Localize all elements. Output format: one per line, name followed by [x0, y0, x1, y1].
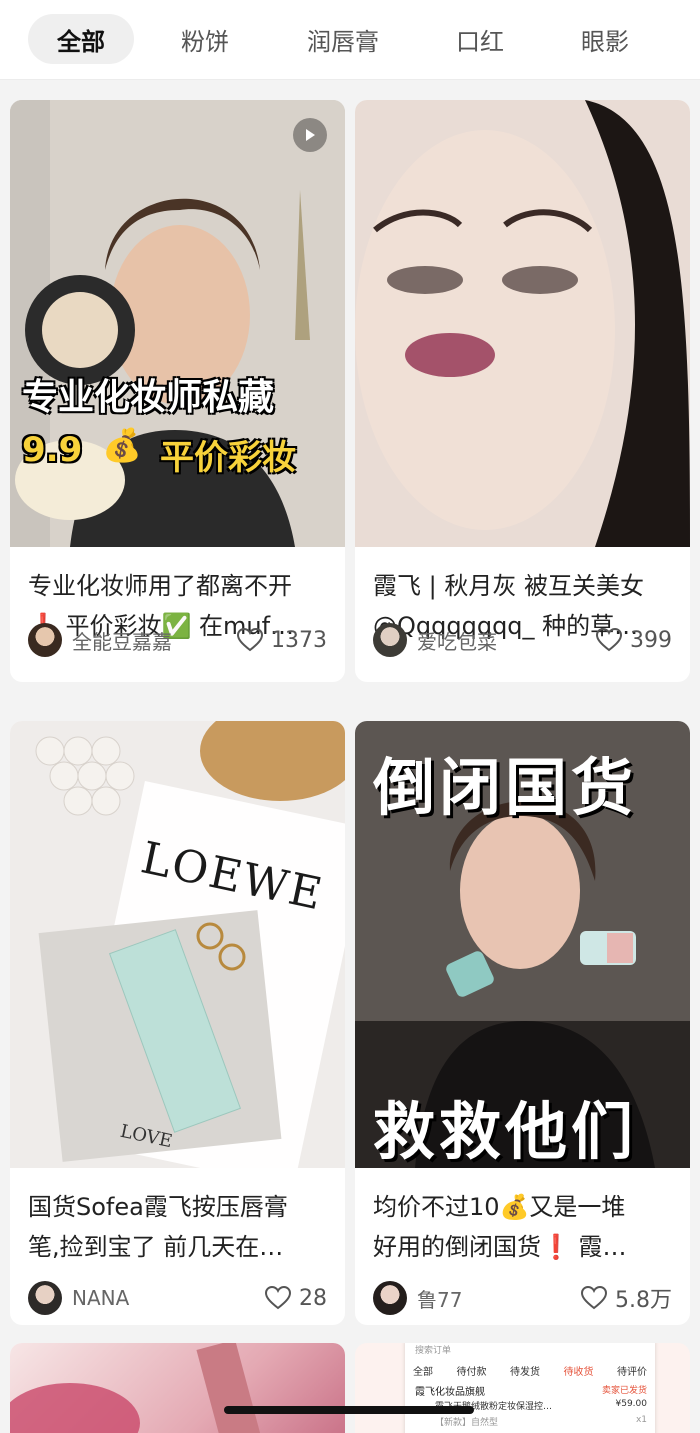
like-button[interactable]: 5.8万 — [581, 1282, 672, 1314]
tab-lip-balm[interactable]: 润唇膏 — [298, 14, 388, 64]
tab-eyeshadow[interactable]: 眼影 — [565, 14, 645, 64]
post-card[interactable]: LOEWE LOVE 国货Sofea霞飞按压唇膏 笔,捡到宝了 前几天在… NA… — [10, 721, 345, 1325]
like-count: 28 — [299, 1285, 327, 1311]
order-tabs: 全部 待付款 待发货 待收货 待评价 — [413, 1367, 647, 1378]
avatar[interactable] — [373, 1281, 407, 1315]
post-card[interactable] — [10, 1343, 345, 1433]
item-variant: 【新款】自然型 — [435, 1418, 499, 1428]
tab-lipstick[interactable]: 口红 — [440, 14, 520, 64]
item-qty: x1 — [635, 1415, 647, 1425]
post-cover-image[interactable] — [355, 100, 690, 547]
shop-name: 霞飞化妆品旗舰 — [415, 1387, 485, 1398]
like-button[interactable]: 28 — [265, 1286, 327, 1311]
author-name[interactable]: 全能豆嘉嘉 — [72, 626, 237, 655]
order-screenshot: 搜索订单 全部 待付款 待发货 待收货 待评价 霞飞化妆品旗舰 卖家已发货 霞飞… — [405, 1343, 655, 1433]
tab-powder[interactable]: 粉饼 — [165, 14, 245, 64]
post-card[interactable]: 倒闭国货 救救他们 均价不过10💰又是一堆 好用的倒闭国货❗ 霞… 鲁77 5.… — [355, 721, 690, 1325]
cover-photo-illustration — [10, 721, 345, 1168]
item-price: ¥59.00 — [615, 1399, 648, 1409]
post-cover-image[interactable]: 搜索订单 全部 待付款 待发货 待收货 待评价 霞飞化妆品旗舰 卖家已发货 霞飞… — [355, 1343, 690, 1433]
heart-icon — [581, 1286, 607, 1310]
like-button[interactable]: 1373 — [237, 628, 327, 653]
post-card[interactable]: 搜索订单 全部 待付款 待发货 待收货 待评价 霞飞化妆品旗舰 卖家已发货 霞飞… — [355, 1343, 690, 1433]
avatar[interactable] — [373, 623, 407, 657]
avatar[interactable] — [28, 623, 62, 657]
post-meta: 爱吃包菜 399 — [373, 622, 672, 658]
order-status: 卖家已发货 — [601, 1386, 647, 1396]
author-name[interactable]: 鲁77 — [417, 1284, 581, 1313]
like-count: 5.8万 — [615, 1288, 672, 1313]
post-cover-image[interactable]: 倒闭国货 救救他们 — [355, 721, 690, 1168]
post-cover-image[interactable]: 专业化妆师私藏 9.9 💰 平价彩妆 — [10, 100, 345, 547]
cover-subheadline: 平价彩妆 — [160, 438, 296, 478]
search-input: 搜索订单 — [415, 1346, 452, 1356]
heart-icon — [237, 628, 263, 652]
post-title[interactable]: 均价不过10💰又是一堆 好用的倒闭国货❗ 霞… — [373, 1187, 672, 1267]
video-play-icon — [293, 118, 327, 152]
post-cover-image[interactable]: LOEWE LOVE — [10, 721, 345, 1168]
author-name[interactable]: NANA — [72, 1286, 265, 1310]
post-meta: 鲁77 5.8万 — [373, 1280, 672, 1316]
tab-all[interactable]: 全部 — [28, 14, 134, 64]
lipstick-photo-illustration — [10, 1343, 264, 1433]
heart-icon — [265, 1286, 291, 1310]
money-bag-icon: 💰 — [102, 426, 142, 464]
like-button[interactable]: 399 — [596, 628, 672, 653]
heart-icon — [596, 628, 622, 652]
avatar[interactable] — [28, 1281, 62, 1315]
post-card[interactable]: 霞飞 | 秋月灰 被互关美女 @Qqqqqqqq_ 种的草… 爱吃包菜 399 — [355, 100, 690, 682]
cover-photo-illustration — [10, 100, 345, 547]
author-name[interactable]: 爱吃包菜 — [417, 626, 596, 655]
cover-headline: 专业化妆师私藏 — [22, 377, 275, 418]
cover-subheadline: 救救他们 — [373, 1095, 638, 1168]
post-card[interactable]: 专业化妆师私藏 9.9 💰 平价彩妆 专业化妆师用了都离不开 ❗ 平价彩妆✅ 在… — [10, 100, 345, 682]
cover-headline: 倒闭国货 — [373, 751, 638, 824]
cover-photo-illustration — [355, 100, 690, 547]
post-title[interactable]: 国货Sofea霞飞按压唇膏 笔,捡到宝了 前几天在… — [28, 1187, 327, 1267]
like-count: 399 — [630, 627, 672, 653]
category-tabbar: 全部 粉饼 润唇膏 口红 眼影 — [0, 0, 700, 80]
post-meta: NANA 28 — [28, 1280, 327, 1316]
post-meta: 全能豆嘉嘉 1373 — [28, 622, 327, 658]
post-cover-image[interactable] — [10, 1343, 345, 1433]
cover-price: 9.9 — [22, 430, 83, 470]
home-indicator[interactable] — [224, 1406, 474, 1414]
like-count: 1373 — [271, 627, 327, 653]
